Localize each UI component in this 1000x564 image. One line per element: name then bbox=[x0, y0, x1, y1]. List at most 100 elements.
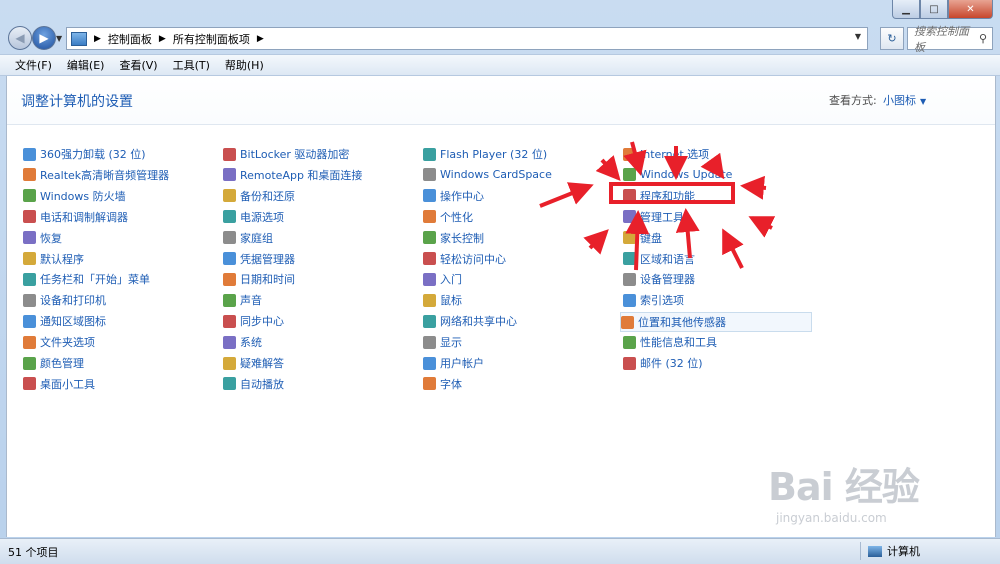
control-panel-item[interactable]: 360强力卸载 (32 位) bbox=[23, 145, 146, 163]
chevron-right-icon[interactable]: ▶ bbox=[159, 34, 166, 44]
control-panel-item[interactable]: 家庭组 bbox=[223, 229, 273, 247]
chevron-right-icon[interactable]: ▶ bbox=[257, 34, 264, 44]
status-computer: 计算机 bbox=[868, 543, 920, 559]
search-icon[interactable]: ⚲ bbox=[979, 32, 987, 45]
item-icon bbox=[223, 293, 236, 307]
control-panel-item[interactable]: 桌面小工具 bbox=[23, 375, 95, 393]
control-panel-item[interactable]: RemoteApp 和桌面连接 bbox=[223, 166, 362, 184]
close-icon: ✕ bbox=[966, 3, 975, 15]
menu-file[interactable]: 文件(F) bbox=[15, 57, 52, 73]
breadcrumb-control-panel[interactable]: 控制面板 bbox=[108, 31, 152, 47]
control-panel-item[interactable]: 系统 bbox=[223, 333, 262, 351]
control-panel-item[interactable]: 邮件 (32 位) bbox=[623, 354, 703, 372]
watermark-logo: Bai 经验 bbox=[768, 465, 920, 509]
item-label: 操作中心 bbox=[440, 189, 484, 203]
item-icon bbox=[23, 356, 36, 370]
control-panel-item[interactable]: 恢复 bbox=[23, 229, 62, 247]
back-button[interactable]: ◀ bbox=[8, 26, 32, 50]
control-panel-item[interactable]: 索引选项 bbox=[623, 291, 684, 309]
control-panel-item[interactable]: Realtek高清晰音频管理器 bbox=[23, 166, 169, 184]
refresh-button[interactable]: ↻ bbox=[880, 27, 904, 50]
recent-pages-dropdown[interactable]: ▼ bbox=[56, 34, 62, 43]
item-label: 恢复 bbox=[40, 231, 62, 245]
chevron-right-icon[interactable]: ▶ bbox=[94, 34, 101, 44]
item-icon bbox=[23, 272, 36, 286]
menu-view[interactable]: 查看(V) bbox=[119, 57, 157, 73]
item-icon bbox=[423, 335, 436, 349]
control-panel-item[interactable]: Flash Player (32 位) bbox=[423, 145, 547, 163]
control-panel-item[interactable]: 管理工具 bbox=[623, 208, 684, 226]
item-icon bbox=[223, 335, 236, 349]
item-label: 疑难解答 bbox=[240, 357, 284, 370]
item-label: 任务栏和「开始」菜单 bbox=[40, 273, 150, 287]
control-panel-item[interactable]: 设备管理器 bbox=[623, 270, 695, 288]
view-by-dropdown[interactable]: 小图标 ▼ bbox=[883, 92, 926, 108]
control-panel-item[interactable]: BitLocker 驱动器加密 bbox=[223, 145, 349, 163]
item-label: 字体 bbox=[440, 377, 462, 391]
control-panel-item[interactable]: 默认程序 bbox=[23, 250, 84, 268]
highlight-box bbox=[609, 182, 735, 204]
navigation-bar: ◀ ▶ ▼ ▶ 控制面板 ▶ 所有控制面板项 ▶ ▼ ↻ 搜索控制面板 ⚲ bbox=[0, 22, 1000, 54]
maximize-button[interactable]: □ bbox=[920, 0, 948, 19]
control-panel-item[interactable]: 字体 bbox=[423, 375, 462, 393]
item-icon bbox=[423, 168, 436, 182]
control-panel-item[interactable]: Internet 选项 bbox=[623, 145, 709, 163]
menu-edit[interactable]: 编辑(E) bbox=[67, 57, 105, 73]
control-panel-item[interactable]: 凭据管理器 bbox=[223, 250, 295, 268]
search-input[interactable]: 搜索控制面板 bbox=[914, 23, 979, 55]
item-icon bbox=[223, 356, 236, 370]
control-panel-item[interactable]: 个性化 bbox=[423, 208, 473, 226]
forward-button[interactable]: ▶ bbox=[32, 26, 56, 50]
item-label: 同步中心 bbox=[240, 315, 284, 329]
search-box[interactable]: 搜索控制面板 ⚲ bbox=[907, 25, 993, 54]
item-icon bbox=[423, 252, 436, 265]
control-panel-item[interactable]: 备份和还原 bbox=[223, 187, 295, 205]
status-bar: 51 个项目 计算机 bbox=[0, 538, 1000, 564]
breadcrumb-all-items[interactable]: 所有控制面板项 bbox=[173, 31, 250, 47]
address-dropdown-icon[interactable]: ▼ bbox=[855, 32, 861, 41]
item-icon bbox=[23, 314, 36, 328]
item-icon bbox=[423, 189, 436, 203]
status-computer-label: 计算机 bbox=[887, 545, 920, 558]
control-panel-item[interactable]: 自动播放 bbox=[223, 375, 284, 393]
control-panel-item[interactable]: 电话和调制解调器 bbox=[23, 208, 128, 226]
back-arrow-icon: ◀ bbox=[15, 31, 25, 45]
control-panel-item[interactable]: 用户帐户 bbox=[423, 354, 484, 372]
menu-tools[interactable]: 工具(T) bbox=[173, 57, 210, 73]
control-panel-item[interactable]: 疑难解答 bbox=[223, 354, 284, 372]
control-panel-item[interactable]: 轻松访问中心 bbox=[423, 250, 506, 268]
control-panel-item[interactable]: 声音 bbox=[223, 291, 262, 309]
address-bar[interactable]: ▶ 控制面板 ▶ 所有控制面板项 ▶ ▼ bbox=[66, 27, 868, 50]
control-panel-item[interactable]: Windows CardSpace bbox=[423, 166, 552, 184]
item-icon bbox=[23, 189, 36, 203]
control-panel-item[interactable]: 区域和语言 bbox=[623, 250, 695, 268]
control-panel-item[interactable]: Windows 防火墙 bbox=[23, 187, 126, 205]
close-button[interactable]: ✕ bbox=[948, 0, 993, 19]
control-panel-item[interactable]: 电源选项 bbox=[223, 208, 284, 226]
control-panel-item[interactable]: 入门 bbox=[423, 270, 462, 288]
control-panel-item[interactable]: 家长控制 bbox=[423, 229, 484, 247]
control-panel-item[interactable]: 设备和打印机 bbox=[23, 291, 106, 309]
control-panel-item[interactable]: 文件夹选项 bbox=[23, 333, 95, 351]
item-icon bbox=[623, 147, 636, 161]
baidu-watermark: Bai 经验 jingyan.baidu.com bbox=[768, 456, 920, 525]
item-label: 键盘 bbox=[640, 231, 662, 245]
control-panel-item[interactable]: 键盘 bbox=[623, 229, 662, 247]
item-icon bbox=[223, 231, 236, 245]
control-panel-item[interactable]: 操作中心 bbox=[423, 187, 484, 205]
control-panel-item[interactable]: 性能信息和工具 bbox=[623, 333, 717, 351]
control-panel-item[interactable]: 显示 bbox=[423, 333, 462, 351]
item-icon bbox=[623, 335, 636, 349]
control-panel-item[interactable]: 颜色管理 bbox=[23, 354, 84, 372]
minimize-button[interactable]: ▁ bbox=[892, 0, 920, 19]
control-panel-item[interactable]: 通知区域图标 bbox=[23, 312, 106, 330]
control-panel-item[interactable]: 位置和其他传感器 bbox=[620, 312, 812, 333]
item-icon bbox=[23, 293, 36, 307]
control-panel-item[interactable]: 任务栏和「开始」菜单 bbox=[23, 270, 150, 288]
control-panel-item[interactable]: 网络和共享中心 bbox=[423, 312, 517, 330]
control-panel-item[interactable]: 同步中心 bbox=[223, 312, 284, 330]
control-panel-item[interactable]: 鼠标 bbox=[423, 291, 462, 309]
control-panel-item[interactable]: 日期和时间 bbox=[223, 270, 295, 288]
menu-help[interactable]: 帮助(H) bbox=[225, 57, 264, 73]
item-icon bbox=[423, 272, 436, 286]
